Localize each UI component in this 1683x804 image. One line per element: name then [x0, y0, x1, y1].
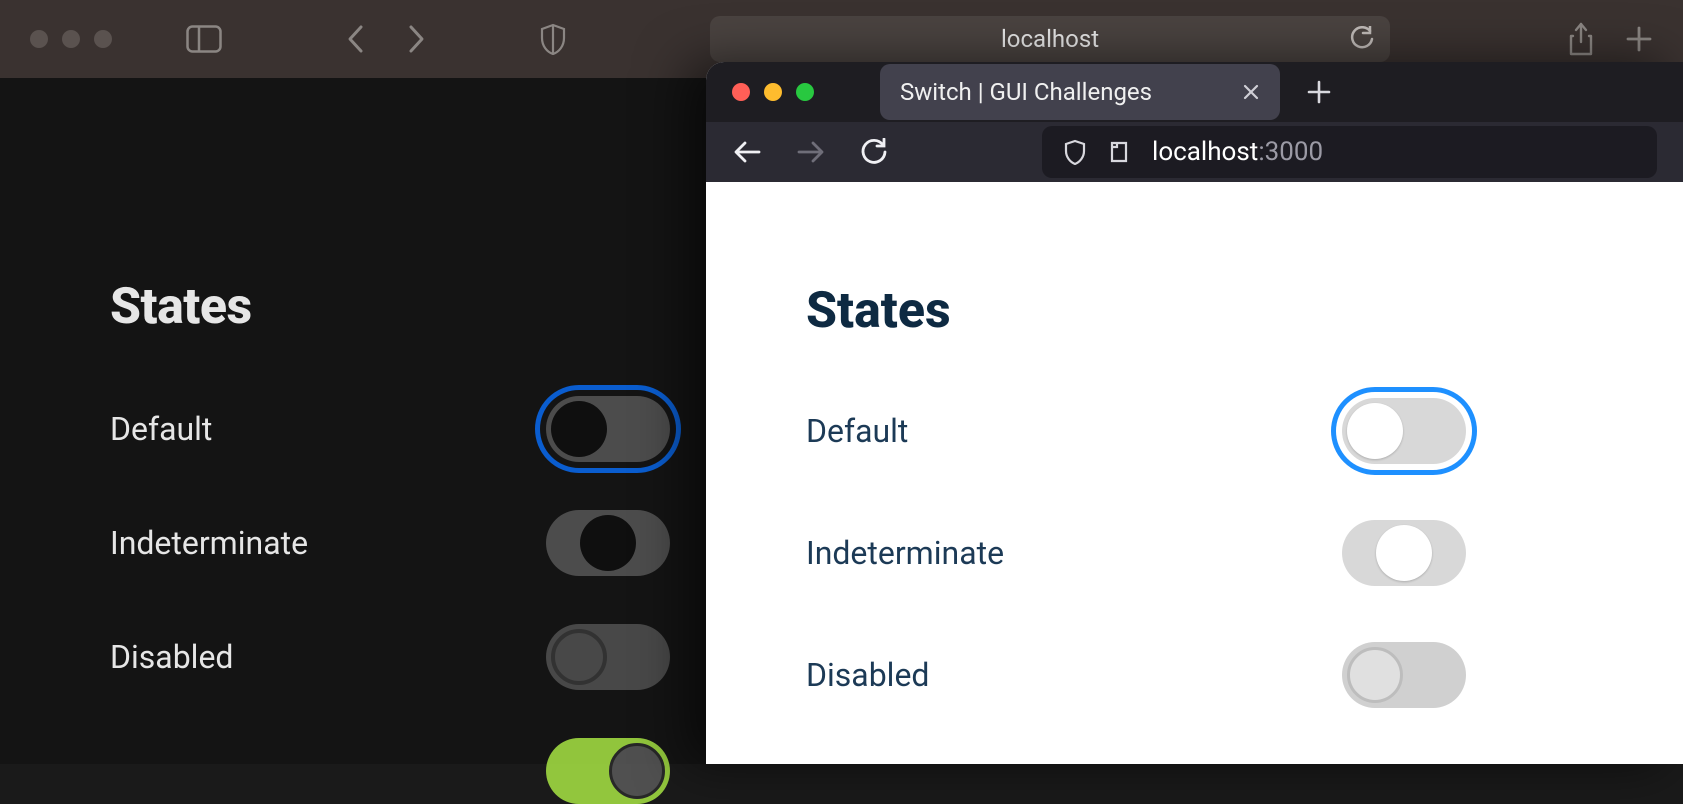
new-tab-icon[interactable]	[1625, 25, 1653, 53]
url-host: localhost	[1152, 137, 1258, 167]
safari-url-text: localhost	[1001, 25, 1099, 53]
state-row-indeterminate-light: Indeterminate	[806, 520, 1466, 586]
sidebar-toggle-icon[interactable]	[186, 25, 222, 53]
switch-default-dark[interactable]	[546, 396, 670, 462]
state-label: Default	[110, 410, 212, 448]
switch-disabled-light	[1342, 642, 1466, 708]
switch-thumb	[1376, 525, 1432, 581]
safari-traffic-lights	[30, 30, 112, 48]
state-label: Disabled	[806, 656, 929, 694]
window-minimize-button[interactable]	[764, 83, 782, 101]
url-text: localhost:3000	[1152, 137, 1323, 167]
state-row-disabled-dark: Disabled	[110, 624, 670, 690]
forward-button[interactable]	[796, 139, 826, 165]
shield-privacy-icon[interactable]	[540, 23, 566, 55]
firefox-toolbar: localhost:3000	[706, 122, 1683, 182]
back-button[interactable]	[732, 139, 762, 165]
back-button[interactable]	[346, 24, 366, 54]
states-heading-light: States	[806, 282, 1583, 340]
switch-default-light[interactable]	[1342, 398, 1466, 464]
switch-thumb	[609, 743, 665, 799]
tab-title: Switch | GUI Challenges	[900, 78, 1152, 106]
firefox-address-bar[interactable]: localhost:3000	[1042, 126, 1657, 178]
state-label: Default	[806, 412, 908, 450]
firefox-tabbar: Switch | GUI Challenges	[706, 62, 1683, 122]
state-row-disabled-light: Disabled	[806, 642, 1466, 708]
browser-tab-active[interactable]: Switch | GUI Challenges	[880, 64, 1280, 120]
state-row-default-dark: Default	[110, 396, 670, 462]
window-close-button[interactable]	[30, 30, 48, 48]
switch-thumb	[1347, 647, 1403, 703]
switch-thumb	[1347, 403, 1403, 459]
reload-icon[interactable]	[1350, 26, 1374, 52]
window-zoom-button[interactable]	[796, 83, 814, 101]
firefox-traffic-lights	[732, 83, 814, 101]
page-info-icon[interactable]	[1108, 139, 1130, 165]
window-minimize-button[interactable]	[62, 30, 80, 48]
firefox-window: Switch | GUI Challenges	[706, 62, 1683, 764]
light-demo-page: States Default Indeterminate Disabled	[706, 182, 1683, 764]
switch-thumb	[551, 401, 607, 457]
forward-button[interactable]	[406, 24, 426, 54]
share-icon[interactable]	[1567, 22, 1595, 56]
safari-address-bar[interactable]: localhost	[710, 16, 1390, 62]
switch-indeterminate-dark[interactable]	[546, 510, 670, 576]
tab-close-icon[interactable]	[1242, 83, 1260, 101]
switch-checked-dark[interactable]	[546, 738, 670, 804]
state-label: Disabled	[110, 638, 233, 676]
switch-thumb	[551, 629, 607, 685]
new-tab-button[interactable]	[1306, 79, 1332, 105]
window-zoom-button[interactable]	[94, 30, 112, 48]
state-row-checked-dark	[110, 738, 670, 804]
window-close-button[interactable]	[732, 83, 750, 101]
shield-icon[interactable]	[1064, 139, 1086, 165]
state-row-default-light: Default	[806, 398, 1466, 464]
switch-thumb	[580, 515, 636, 571]
url-port: :3000	[1258, 137, 1323, 167]
switch-indeterminate-light[interactable]	[1342, 520, 1466, 586]
reload-button[interactable]	[860, 138, 888, 166]
state-label: Indeterminate	[110, 524, 308, 562]
switch-disabled-dark	[546, 624, 670, 690]
state-row-indeterminate-dark: Indeterminate	[110, 510, 670, 576]
state-label: Indeterminate	[806, 534, 1004, 572]
